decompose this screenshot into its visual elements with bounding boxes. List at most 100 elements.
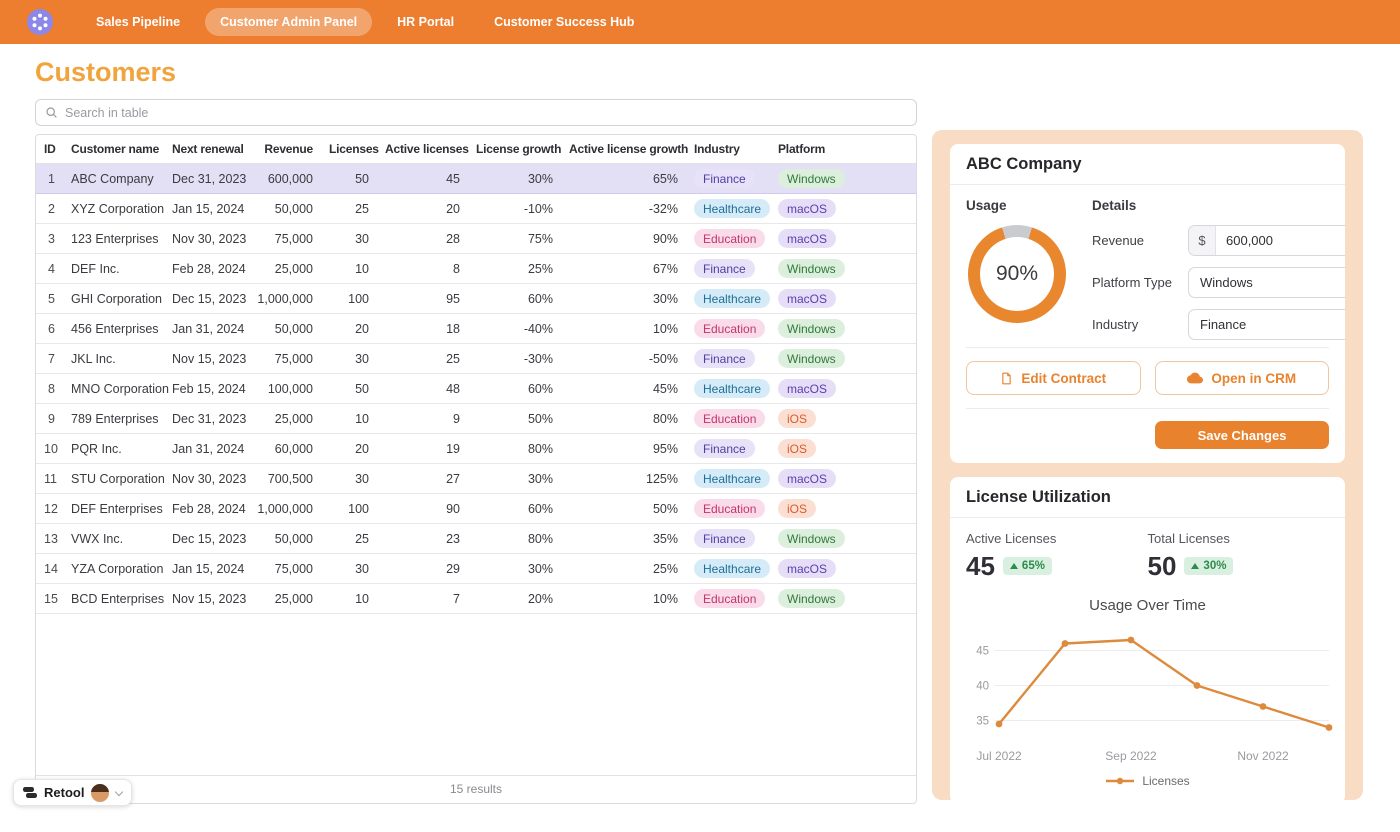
chart-title: Usage Over Time — [950, 597, 1345, 614]
cell-revenue: 75,000 — [249, 344, 321, 374]
cell-renewal: Dec 15, 2023 — [164, 524, 249, 554]
revenue-label: Revenue — [1092, 233, 1188, 248]
navbar-items: Sales Pipeline Customer Admin Panel HR Por… — [81, 8, 649, 36]
table-row[interactable]: 9789 EnterprisesDec 31, 202325,00010950%… — [36, 404, 916, 434]
edit-contract-button[interactable]: Edit Contract — [966, 361, 1141, 395]
platform-badge: Windows — [778, 319, 845, 338]
open-in-crm-button[interactable]: Open in CRM — [1155, 361, 1330, 395]
cell-revenue: 600,000 — [249, 164, 321, 194]
cell-id: 13 — [36, 524, 63, 554]
retool-label: Retool — [44, 785, 84, 800]
industry-select[interactable]: Finance — [1188, 309, 1345, 340]
cell-id: 5 — [36, 284, 63, 314]
revenue-input-group: $ — [1188, 225, 1345, 256]
company-name-title: ABC Company — [950, 144, 1345, 185]
cell-renewal: Jan 15, 2024 — [164, 194, 249, 224]
cell-id: 4 — [36, 254, 63, 284]
cell-licenses: 30 — [321, 224, 377, 254]
cell-name: YZA Corporation — [63, 554, 164, 584]
industry-badge: Healthcare — [694, 199, 770, 218]
table-row[interactable]: 6456 EnterprisesJan 31, 202450,0002018-4… — [36, 314, 916, 344]
table-row[interactable]: 10PQR Inc.Jan 31, 202460,000201980%95%Fi… — [36, 434, 916, 464]
column-header-platform[interactable]: Platform — [770, 135, 916, 164]
cloud-icon — [1187, 370, 1203, 386]
edit-contract-label: Edit Contract — [1021, 371, 1106, 386]
cell-active_licenses: 7 — [377, 584, 468, 614]
table-row[interactable]: 4DEF Inc.Feb 28, 202425,00010825%67%Fina… — [36, 254, 916, 284]
table-row[interactable]: 8MNO CorporationFeb 15, 2024100,00050486… — [36, 374, 916, 404]
industry-label: Industry — [1092, 317, 1188, 332]
cell-renewal: Nov 30, 2023 — [164, 224, 249, 254]
retool-badge[interactable]: Retool — [13, 779, 132, 806]
nav-item[interactable]: Customer Admin Panel — [205, 8, 372, 36]
search-input[interactable] — [65, 106, 907, 120]
industry-badge: Education — [694, 499, 765, 518]
platform-type-select[interactable]: Windows — [1188, 267, 1345, 298]
save-changes-button[interactable]: Save Changes — [1155, 421, 1329, 449]
cell-license_growth: -10% — [468, 194, 561, 224]
cell-revenue: 75,000 — [249, 224, 321, 254]
table-row[interactable]: 13VWX Inc.Dec 15, 202350,000252380%35%Fi… — [36, 524, 916, 554]
license-utilization-title: License Utilization — [950, 477, 1345, 518]
industry-badge: Education — [694, 409, 765, 428]
app-logo-icon — [27, 9, 53, 35]
cell-name: VWX Inc. — [63, 524, 164, 554]
column-header-revenue[interactable]: Revenue — [249, 135, 321, 164]
column-header-name[interactable]: Customer name — [63, 135, 164, 164]
cell-renewal: Dec 31, 2023 — [164, 404, 249, 434]
column-header-active_license_growth[interactable]: Active license growth — [561, 135, 686, 164]
nav-item[interactable]: HR Portal — [382, 8, 469, 36]
cell-active_licenses: 95 — [377, 284, 468, 314]
industry-badge: Healthcare — [694, 469, 770, 488]
cell-name: 789 Enterprises — [63, 404, 164, 434]
cell-revenue: 60,000 — [249, 434, 321, 464]
industry-badge: Finance — [694, 529, 755, 548]
platform-badge: macOS — [778, 199, 836, 218]
cell-revenue: 25,000 — [249, 254, 321, 284]
revenue-input[interactable] — [1216, 226, 1345, 255]
cell-active_licenses: 27 — [377, 464, 468, 494]
total-licenses-delta: 30% — [1203, 560, 1226, 572]
table-search[interactable] — [35, 99, 917, 126]
platform-badge: Windows — [778, 589, 845, 608]
cell-licenses: 20 — [321, 434, 377, 464]
column-header-licenses[interactable]: Licenses — [321, 135, 377, 164]
column-header-license_growth[interactable]: License growth — [468, 135, 561, 164]
cell-renewal: Jan 31, 2024 — [164, 434, 249, 464]
nav-item[interactable]: Sales Pipeline — [81, 8, 195, 36]
cell-active_licenses: 28 — [377, 224, 468, 254]
cell-licenses: 10 — [321, 254, 377, 284]
cell-active_licenses: 90 — [377, 494, 468, 524]
table-row[interactable]: 15BCD EnterprisesNov 15, 202325,00010720… — [36, 584, 916, 614]
column-header-renewal[interactable]: Next renewal — [164, 135, 249, 164]
cell-name: BCD Enterprises — [63, 584, 164, 614]
table-row[interactable]: 1ABC CompanyDec 31, 2023600,000504530%65… — [36, 164, 916, 194]
table-row[interactable]: 14YZA CorporationJan 15, 202475,00030293… — [36, 554, 916, 584]
nav-item[interactable]: Customer Success Hub — [479, 8, 649, 36]
legend-line-icon — [1105, 776, 1135, 786]
cell-active_license_growth: 10% — [561, 314, 686, 344]
column-header-industry[interactable]: Industry — [686, 135, 770, 164]
cell-name: DEF Enterprises — [63, 494, 164, 524]
industry-badge: Education — [694, 319, 765, 338]
platform-badge: iOS — [778, 499, 816, 518]
company-card: ABC Company Usage 90% Details Revenue — [950, 144, 1345, 463]
cell-revenue: 700,500 — [249, 464, 321, 494]
table-row[interactable]: 11STU CorporationNov 30, 2023700,5003027… — [36, 464, 916, 494]
table-row[interactable]: 3123 EnterprisesNov 30, 202375,000302875… — [36, 224, 916, 254]
cell-licenses: 20 — [321, 314, 377, 344]
customers-section: Customers IDCustomer nameNext renewalRev… — [35, 44, 917, 804]
column-header-id[interactable]: ID — [36, 135, 63, 164]
column-header-active_licenses[interactable]: Active licenses — [377, 135, 468, 164]
table-row[interactable]: 7JKL Inc.Nov 15, 202375,0003025-30%-50%F… — [36, 344, 916, 374]
table-header-row: IDCustomer nameNext renewalRevenueLicens… — [36, 135, 916, 164]
table-row[interactable]: 5GHI CorporationDec 15, 20231,000,000100… — [36, 284, 916, 314]
table-row[interactable]: 12DEF EnterprisesFeb 28, 20241,000,00010… — [36, 494, 916, 524]
total-licenses-value: 50 — [1148, 553, 1177, 579]
cell-id: 1 — [36, 164, 63, 194]
currency-prefix: $ — [1189, 226, 1216, 255]
chart-legend: Licenses — [950, 772, 1345, 804]
usage-over-time-chart: 354045Jul 2022Sep 2022Nov 2022 — [951, 614, 1345, 772]
cell-renewal: Nov 15, 2023 — [164, 344, 249, 374]
table-row[interactable]: 2XYZ CorporationJan 15, 202450,0002520-1… — [36, 194, 916, 224]
